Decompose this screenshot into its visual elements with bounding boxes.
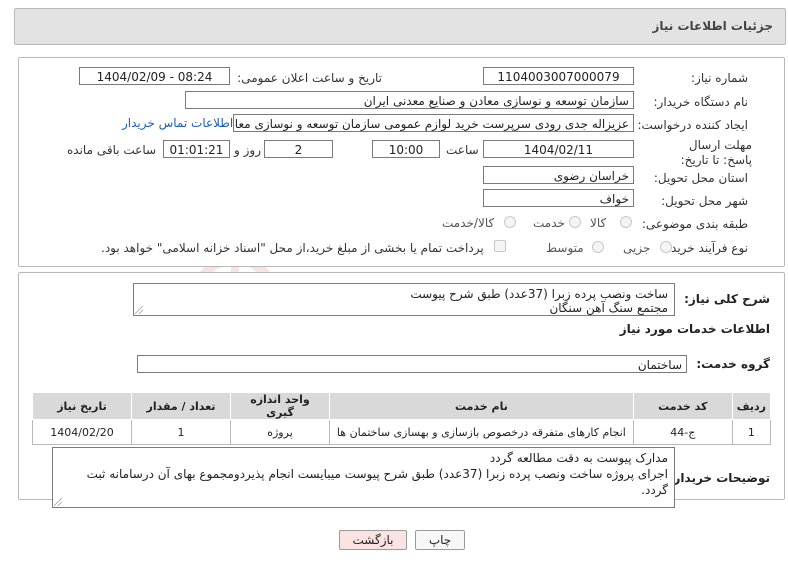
summary-label: شرح کلی نیاز: (684, 292, 770, 306)
deadline-date-field: 1404/02/11 (483, 140, 634, 158)
col-unit: واحد اندازه گیری (230, 392, 330, 420)
notes-line-2: اجرای پروژه ساخت ونصب پرده زبرا (37عدد) … (86, 467, 668, 497)
col-quantity: تعداد / مقدار (131, 392, 231, 420)
deadline-label: مهلت ارسال پاسخ: تا تاریخ: (680, 138, 752, 167)
process-minor-label: جزیی (623, 241, 651, 255)
table-row: 1404/02/20 1 پروژه انجام کارهای متفرقه د… (32, 419, 772, 445)
cell-quantity: 1 (131, 419, 231, 445)
notes-textarea: مدارک پیوست به دقت مطالعه گردد اجرای پرو… (52, 447, 675, 508)
deadline-time-label: ساعت (446, 143, 479, 157)
process-minor-radio[interactable] (660, 241, 672, 253)
process-medium-label: متوسط (546, 241, 584, 255)
process-label: نوع فرآیند خرید : (663, 241, 748, 255)
days-field: 2 (264, 140, 333, 158)
days-label: روز و (234, 143, 261, 157)
remaining-time-field: 01:01:21 (163, 140, 230, 158)
notes-label: توضیحات خریدار: (668, 471, 770, 485)
category-service-label: خدمت (533, 216, 565, 230)
province-label: استان محل تحویل: (653, 171, 748, 185)
process-medium-radio[interactable] (592, 241, 604, 253)
cell-unit: پروژه (230, 419, 330, 445)
summary-textarea: ساخت ونصب پرده زبرا (37عدد) طبق شرح پیوس… (133, 283, 675, 316)
print-button[interactable]: چاپ (415, 530, 465, 550)
buyer-contact-link[interactable]: اطلاعات تماس خریدار (122, 116, 233, 130)
category-goods-service-label: کالا/خدمت (442, 216, 495, 230)
cell-date: 1404/02/20 (32, 419, 132, 445)
buyer-org-field: سازمان توسعه و نوسازی معادن و صنایع معدن… (185, 91, 634, 109)
col-date: تاریخ نیاز (32, 392, 132, 420)
deadline-time-field: 10:00 (372, 140, 440, 158)
col-service-code: کد خدمت (632, 392, 733, 420)
buyer-org-label: نام دستگاه خریدار: (653, 95, 749, 109)
need-number-label: شماره نیاز: (691, 71, 748, 85)
category-goods-label: کالا (590, 216, 607, 230)
creator-label: ایجاد کننده درخواست: (637, 118, 748, 132)
treasury-note: پرداخت تمام یا بخشی از مبلغ خرید،از محل … (101, 241, 484, 255)
city-label: شهر محل تحویل: (661, 194, 748, 208)
service-group-field: ساختمان (137, 355, 687, 373)
page-title: جزئیات اطلاعات نیاز (652, 19, 773, 33)
services-table: تاریخ نیاز تعداد / مقدار واحد اندازه گیر… (32, 392, 772, 445)
province-field: خراسان رضوی (483, 166, 634, 184)
header-bar: جزئیات اطلاعات نیاز (14, 8, 786, 45)
announce-label: تاریخ و ساعت اعلان عمومی: (237, 71, 382, 85)
category-goods-radio[interactable] (620, 216, 632, 228)
summary-line-2: مجتمع سنگ آهن سنگان (549, 301, 668, 315)
treasury-checkbox[interactable] (494, 240, 506, 252)
category-service-radio[interactable] (569, 216, 581, 228)
category-label: طبقه بندی موضوعی: (641, 217, 748, 231)
services-title: اطلاعات خدمات مورد نیاز (619, 322, 770, 336)
cell-service-code: ج-44 (632, 419, 733, 445)
table-header-row: تاریخ نیاز تعداد / مقدار واحد اندازه گیر… (32, 392, 772, 420)
service-group-label: گروه خدمت: (696, 357, 770, 371)
creator-field: عزیزاله جدی رودی سرپرست خرید لوازم عمومی… (233, 114, 634, 132)
need-number-field: 1104003007000079 (483, 67, 634, 85)
resize-grip-icon[interactable] (135, 306, 143, 314)
city-field: خواف (483, 189, 634, 207)
announce-field: 1404/02/09 - 08:24 (79, 67, 230, 85)
resize-grip-icon[interactable] (54, 498, 62, 506)
back-button[interactable]: بازگشت (339, 530, 407, 550)
col-row: ردیف (731, 392, 772, 420)
remaining-label: ساعت باقی مانده (67, 143, 157, 157)
col-service-name: نام خدمت (329, 392, 634, 420)
cell-row: 1 (731, 419, 772, 445)
category-goods-service-radio[interactable] (504, 216, 516, 228)
cell-service-name: انجام کارهای متفرقه درخصوص بازسازی و بهس… (329, 419, 634, 445)
notes-line-1: مدارک پیوست به دقت مطالعه گردد (489, 451, 668, 465)
